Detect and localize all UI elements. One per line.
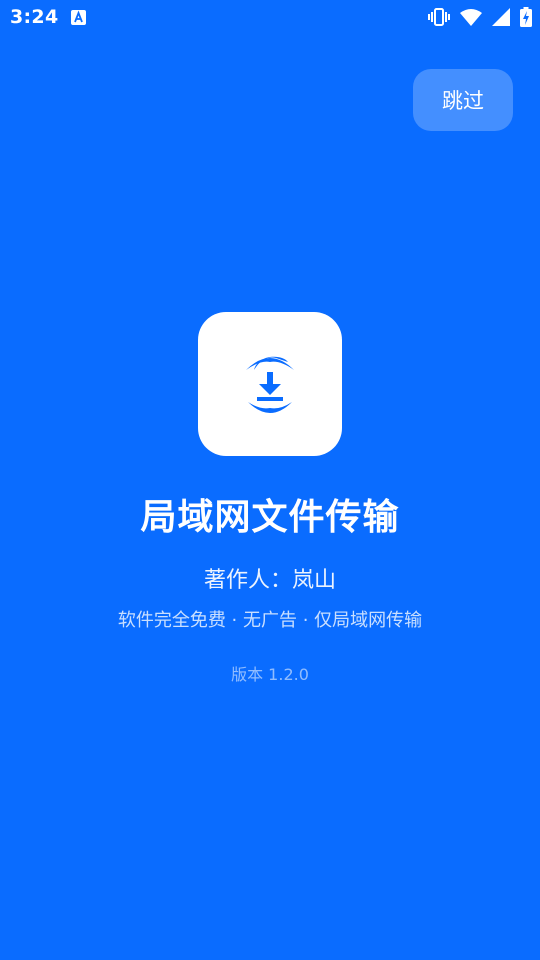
tagline: 软件完全免费 · 无广告 · 仅局域网传输 — [117, 610, 423, 631]
cell-signal-icon — [492, 8, 510, 26]
status-time: 3:24 — [10, 6, 59, 28]
app-logo — [198, 312, 342, 456]
wifi-icon — [460, 9, 482, 26]
download-icon — [246, 356, 294, 413]
skip-button[interactable]: 跳过 — [413, 69, 513, 131]
version-label: 版本 1.2.0 — [231, 665, 309, 684]
status-icons — [418, 7, 532, 27]
author-line: 著作人：岚山 — [203, 568, 336, 593]
status-bar: 3:24 — [0, 0, 540, 36]
battery-charging-icon — [520, 7, 532, 27]
app-title: 局域网文件传输 — [140, 497, 400, 538]
notification-a-icon — [71, 10, 86, 25]
vibrate-icon — [428, 8, 450, 26]
skip-button-label: 跳过 — [442, 89, 484, 113]
